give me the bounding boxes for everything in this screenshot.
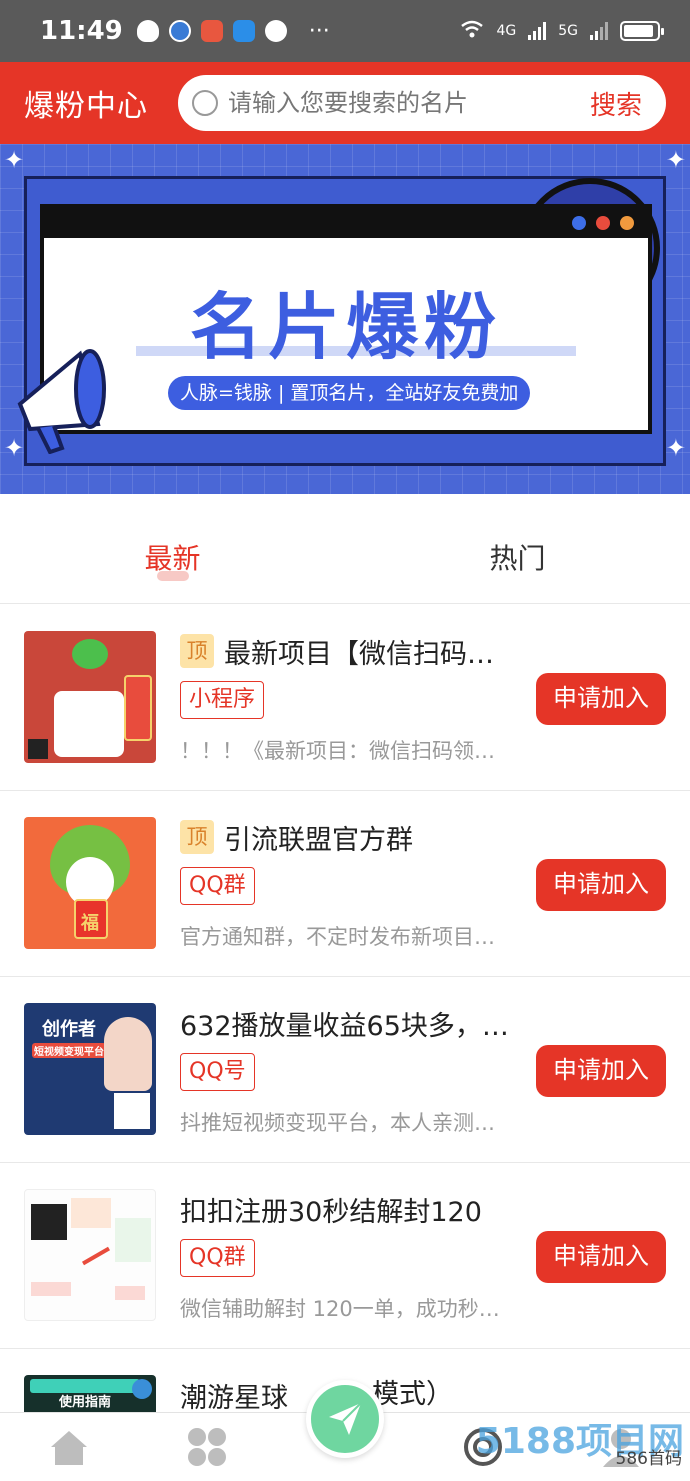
list-item[interactable]: 顶 最新项目【微信扫码… 小程序 ！！！《最新项目：微信扫码领… 申请加入: [0, 605, 690, 791]
emoji-blue-icon: [572, 216, 586, 230]
thumb-title: 创作者: [42, 1019, 96, 1040]
thumb-subtitle: 短视频变现平台: [32, 1043, 106, 1058]
item-description: 抖推短视频变现平台，本人亲测…: [180, 1111, 495, 1135]
send-button[interactable]: [306, 1380, 384, 1458]
item-title: 632播放量收益65块多，…: [180, 1003, 530, 1043]
browser-icon: [168, 20, 191, 42]
promo-banner[interactable]: ✦ ✦ ✦ ✦ 名片爆粉 人脉=钱脉 | 置顶名片，全站好友免费加: [0, 144, 690, 494]
status-time: 11:49: [40, 16, 123, 46]
tab-bar: 最新 热门: [0, 510, 690, 604]
apply-join-button[interactable]: 申请加入: [536, 1045, 666, 1097]
sparkle-icon: ✦: [4, 146, 25, 174]
app-red-icon: [200, 20, 223, 42]
type-tag: QQ群: [180, 1239, 255, 1277]
apply-join-button[interactable]: 申请加入: [536, 673, 666, 725]
network-5g-label: 5G: [558, 23, 578, 39]
item-title: 扣扣注册30秒结解封120: [180, 1189, 530, 1229]
sparkle-icon: ✦: [665, 434, 686, 462]
send-icon: [329, 1402, 362, 1435]
notification-icons: ···: [136, 18, 330, 44]
status-bar: 11:49 ··· 4G 5G: [0, 0, 690, 62]
grid-icon[interactable]: [185, 1425, 229, 1469]
thumb-title: 使用指南: [58, 1395, 111, 1410]
emoji-red-icon: [596, 216, 610, 230]
home-icon[interactable]: [47, 1425, 91, 1469]
search-bar[interactable]: 搜索: [178, 75, 666, 131]
network-4g-label: 4G: [496, 23, 517, 39]
search-button[interactable]: 搜索: [590, 85, 642, 122]
active-tab-indicator: [156, 571, 189, 581]
banner-slogan: 人脉=钱脉 | 置顶名片，全站好友免费加: [168, 376, 531, 410]
item-title-text: 扣扣注册30秒结解封120: [180, 1196, 482, 1228]
pinned-badge: 顶: [180, 820, 214, 854]
sparkle-icon: ✦: [665, 146, 686, 174]
search-icon: [192, 90, 218, 116]
battery-icon: [620, 21, 664, 41]
item-title-text: 最新项目【微信扫码…: [224, 638, 494, 670]
item-title: 顶 引流联盟官方群: [180, 817, 530, 857]
app-screen: 11:49 ··· 4G 5G 爆粉中心 搜索: [0, 0, 690, 1481]
type-tag: 小程序: [180, 681, 265, 719]
type-tag: QQ号: [180, 1053, 255, 1091]
banner-window: 名片爆粉 人脉=钱脉 | 置顶名片，全站好友免费加: [40, 204, 652, 434]
search-input[interactable]: [228, 89, 590, 117]
watermark-text: 586首码: [615, 1449, 682, 1469]
wechat-qr-thumbnail: [24, 631, 156, 763]
signal-1-icon: [528, 22, 547, 40]
list-item[interactable]: 创作者 短视频变现平台 632播放量收益65块多，… QQ号 抖推短视频变现平台…: [0, 977, 690, 1163]
apply-join-button[interactable]: 申请加入: [536, 1231, 666, 1283]
app-blue-icon: [232, 20, 255, 42]
apply-join-button[interactable]: 申请加入: [536, 859, 666, 911]
item-title: 顶 最新项目【微信扫码…: [180, 631, 530, 671]
item-description: ！！！《最新项目：微信扫码领…: [180, 739, 495, 763]
pinned-badge: 顶: [180, 634, 214, 668]
type-tag: QQ群: [180, 867, 255, 905]
banner-title: 名片爆粉: [189, 285, 502, 369]
more-notifications-icon: ···: [308, 18, 330, 44]
item-description: 微信辅助解封 120一单，成功秒…: [180, 1297, 500, 1321]
frog-fortune-thumbnail: 福: [24, 817, 156, 949]
megaphone-icon: [17, 349, 106, 454]
tab-latest[interactable]: 最新: [0, 510, 345, 603]
item-description: 官方通知群，不定时发布新项目…: [180, 925, 495, 949]
item-title-text: 潮游星球: [180, 1382, 288, 1414]
list-item[interactable]: 扣扣注册30秒结解封120 QQ群 微信辅助解封 120一单，成功秒… 申请加入: [0, 1163, 690, 1349]
item-title-text: 632播放量收益65块多，…: [180, 1010, 509, 1042]
item-title-text: 引流联盟官方群: [224, 824, 413, 856]
wechat-icon: [264, 20, 287, 42]
fortune-label: 福: [81, 913, 99, 934]
window-title-bar: [44, 208, 648, 238]
wifi-icon: [460, 19, 484, 43]
card-list: 顶 最新项目【微信扫码… 小程序 ！！！《最新项目：微信扫码领… 申请加入 福 …: [0, 605, 690, 1481]
signal-2-icon: [590, 22, 608, 40]
creator-platform-thumbnail: 创作者 短视频变现平台: [24, 1003, 156, 1135]
app-header: 爆粉中心 搜索: [0, 62, 690, 144]
qq-icon: [136, 20, 159, 42]
list-item[interactable]: 福 顶 引流联盟官方群 QQ群 官方通知群，不定时发布新项目… 申请加入: [0, 791, 690, 977]
tab-hot[interactable]: 热门: [345, 510, 690, 603]
status-indicators: 4G 5G: [460, 19, 664, 43]
tab-hot-label: 热门: [489, 541, 546, 575]
page-title: 爆粉中心: [24, 89, 148, 124]
unblock-guide-thumbnail: [24, 1189, 156, 1321]
item-title-tail: 模式）: [372, 1379, 453, 1410]
emoji-orange-icon: [620, 216, 634, 230]
